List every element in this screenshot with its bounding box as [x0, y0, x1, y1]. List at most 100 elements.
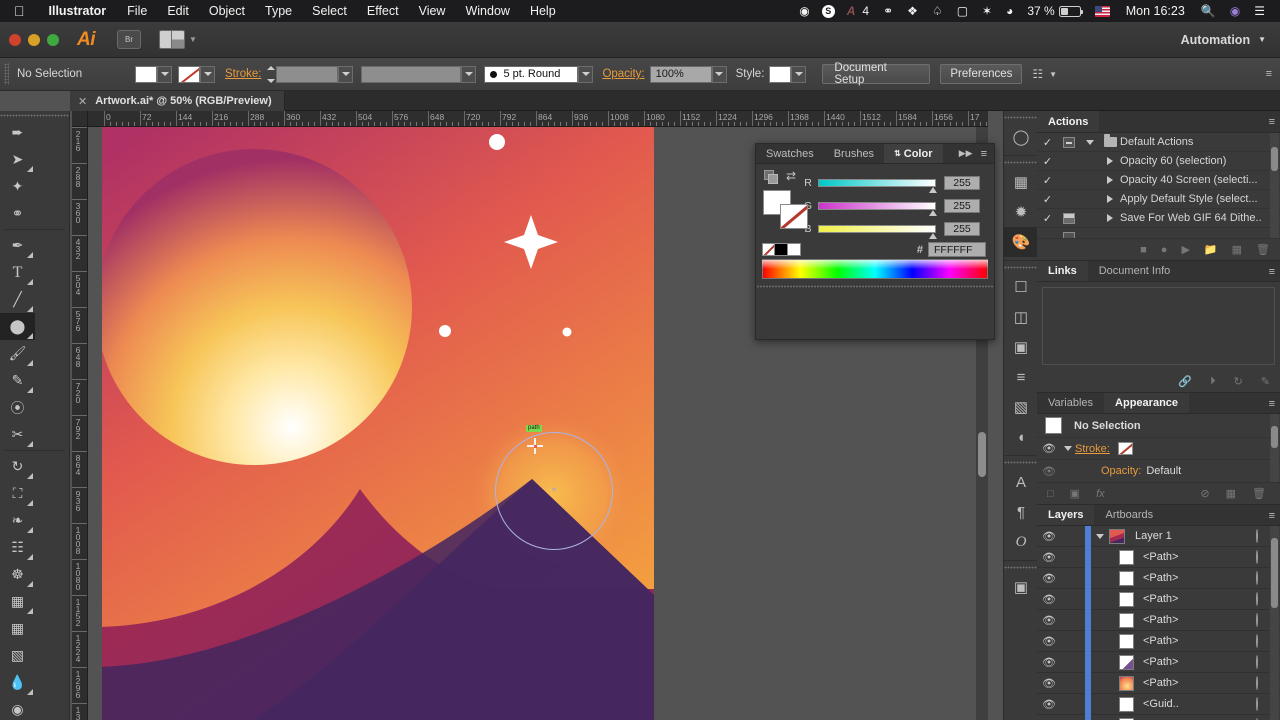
slider-marker-r[interactable] — [929, 187, 937, 193]
visibility-eye-icon[interactable]: 👁 — [1037, 551, 1061, 564]
chevron-down-icon[interactable]: ▼ — [1049, 70, 1057, 79]
graphic-style-swatch[interactable] — [769, 65, 792, 83]
skype-icon[interactable]: S — [821, 4, 835, 18]
stroke-profile-dropdown[interactable] — [461, 65, 477, 83]
delete-item-icon[interactable]: 🗑 — [1252, 487, 1266, 500]
tab-color[interactable]: ⇅ Color — [884, 144, 943, 163]
control-bar-grip[interactable] — [4, 63, 9, 85]
zoom-window-button[interactable] — [47, 33, 59, 46]
eyedropper-tool[interactable]: 💧 — [0, 669, 35, 696]
stroke-weight-dropdown[interactable] — [338, 65, 354, 83]
menubar-app-name[interactable]: Illustrator — [38, 4, 118, 18]
tab-swatches[interactable]: Swatches — [756, 144, 824, 163]
blend-tool[interactable]: ◉ — [0, 696, 35, 720]
brush-definition-dropdown[interactable] — [578, 65, 594, 83]
scrollbar-thumb[interactable] — [978, 432, 986, 477]
new-set-icon[interactable]: 📁 — [1204, 243, 1218, 256]
airplay-icon[interactable]: ▢ — [950, 4, 975, 18]
channel-slider-b[interactable] — [818, 225, 937, 239]
arrange-documents-icon[interactable] — [159, 30, 185, 49]
evernote-icon[interactable]: ♤ — [925, 4, 950, 18]
go-to-link-icon[interactable]: ⏵ — [1210, 375, 1216, 388]
pathfinder-icon[interactable]: ▣ — [1004, 332, 1038, 362]
preferences-button[interactable]: Preferences — [940, 64, 1023, 84]
opacity-label[interactable]: Opacity: — [602, 68, 644, 80]
appearance-stroke-label[interactable]: Stroke: — [1075, 443, 1110, 455]
expander-down-icon[interactable] — [1091, 533, 1109, 539]
expander-right-icon[interactable] — [1100, 176, 1120, 184]
rail-grip[interactable] — [1004, 264, 1037, 270]
scissors-tool[interactable]: ✂ — [0, 421, 35, 448]
target-indicator-icon[interactable] — [1256, 655, 1258, 669]
chevron-down-icon[interactable]: ▼ — [189, 35, 197, 44]
appearance-scrollbar[interactable] — [1270, 414, 1279, 482]
visibility-eye-icon[interactable]: 👁 — [1037, 593, 1061, 606]
color-spectrum-bar[interactable] — [762, 259, 988, 279]
panel-menu-icon[interactable]: ≡ — [981, 148, 987, 160]
stroke-label[interactable]: Stroke: — [225, 68, 261, 80]
layer-row[interactable]: 👁 <Guid.. — [1037, 693, 1280, 715]
layers-scrollbar[interactable] — [1270, 526, 1279, 720]
rail-grip[interactable] — [1004, 159, 1037, 165]
duplicate-item-icon[interactable]: ▦ — [1226, 487, 1236, 500]
battery-icon[interactable] — [1058, 5, 1088, 17]
location-icon[interactable]: ⚭ — [876, 4, 900, 18]
visibility-eye-icon[interactable]: 👁 — [1037, 614, 1061, 627]
adobe-cc-icon[interactable]: A — [840, 4, 863, 18]
record-icon[interactable]: ◉ — [792, 4, 816, 18]
menu-type[interactable]: Type — [255, 4, 302, 18]
color-icon[interactable]: 🎨 — [1004, 227, 1038, 257]
record-icon[interactable]: ● — [1161, 244, 1168, 256]
gradient-icon[interactable]: ▧ — [1004, 392, 1038, 422]
gradient-mesh-icon[interactable]: ◯ — [1004, 122, 1038, 152]
layers-icon[interactable]: ▣ — [1004, 572, 1038, 602]
visibility-eye-icon[interactable]: 👁 — [1037, 635, 1061, 648]
add-effect-icon[interactable]: fx — [1096, 488, 1105, 500]
rail-grip[interactable] — [1004, 564, 1037, 570]
swap-fill-stroke-icon[interactable]: ⇄ — [786, 169, 796, 183]
toolbar-grip[interactable] — [0, 111, 69, 119]
visibility-eye-icon[interactable]: 👁 — [1037, 530, 1061, 543]
stroke-weight-stepper[interactable] — [267, 65, 276, 83]
stroke-weight-field[interactable] — [276, 65, 339, 83]
tools-panel[interactable]: ➨ ➤ ✦ ⚭ ✒ T ╱ ⬤ 🖌 ✎ ⦿ ✂ ↻ ⛶ ❧ ☷ ☸ ▦ ▦ ▧ … — [0, 111, 70, 720]
channel-slider-g[interactable] — [818, 202, 937, 216]
target-indicator-icon[interactable] — [1256, 529, 1258, 543]
expander-right-icon[interactable] — [1100, 195, 1120, 203]
swatches-icon[interactable]: ▦ — [1004, 167, 1038, 197]
action-dialog-toggle[interactable] — [1058, 136, 1080, 148]
action-toggle-icon[interactable]: ✓ — [1037, 174, 1058, 187]
expander-down-icon[interactable] — [1080, 139, 1100, 145]
action-toggle-icon[interactable]: ✓ — [1037, 212, 1058, 225]
slider-marker-b[interactable] — [929, 233, 937, 239]
update-link-icon[interactable]: ↻ — [1234, 375, 1243, 388]
stroke-profile-field[interactable] — [361, 65, 462, 83]
glyphs-icon[interactable]: O — [1004, 527, 1038, 557]
pen-tool[interactable]: ✒ — [0, 232, 35, 259]
visibility-eye-icon[interactable]: 👁 — [1037, 442, 1061, 455]
lasso-tool[interactable]: ⚭ — [0, 200, 35, 227]
artboard[interactable]: ✕ path — [102, 127, 654, 720]
tab-appearance[interactable]: Appearance — [1104, 393, 1190, 413]
action-toggle-icon[interactable]: ✓ — [1037, 155, 1058, 168]
menu-effect[interactable]: Effect — [357, 4, 409, 18]
scrollbar-thumb[interactable] — [1271, 426, 1278, 448]
rail-grip[interactable] — [1004, 459, 1037, 465]
menubar-clock[interactable]: Mon 16:23 — [1117, 4, 1194, 18]
channel-value-b[interactable]: 255 — [944, 222, 980, 236]
visibility-eye-icon[interactable]: 👁 — [1037, 656, 1061, 669]
appearance-opacity-row[interactable]: 👁 Opacity: Default — [1037, 460, 1280, 482]
collapse-icon[interactable]: ▶▶ — [959, 148, 973, 159]
menu-select[interactable]: Select — [302, 4, 357, 18]
slider-marker-g[interactable] — [929, 210, 937, 216]
panel-menu-icon[interactable]: ≡ — [1269, 266, 1275, 278]
close-icon[interactable]: ✕ — [78, 95, 87, 108]
free-transform-tool[interactable]: ☷ — [0, 534, 35, 561]
add-new-fill-icon[interactable]: ▣ — [1070, 487, 1080, 500]
action-row[interactable]: ✓ Default Actions — [1037, 133, 1280, 152]
vertical-ruler[interactable]: 216 288 360 432 504 576 648 720 792 864 936 1008 108… — [72, 127, 88, 720]
wifi-icon[interactable]: ◕ — [999, 4, 1020, 18]
tab-links[interactable]: Links — [1037, 261, 1088, 281]
layer-row[interactable]: 👁 <Path> — [1037, 567, 1280, 589]
edit-original-icon[interactable]: ✎ — [1261, 375, 1270, 388]
